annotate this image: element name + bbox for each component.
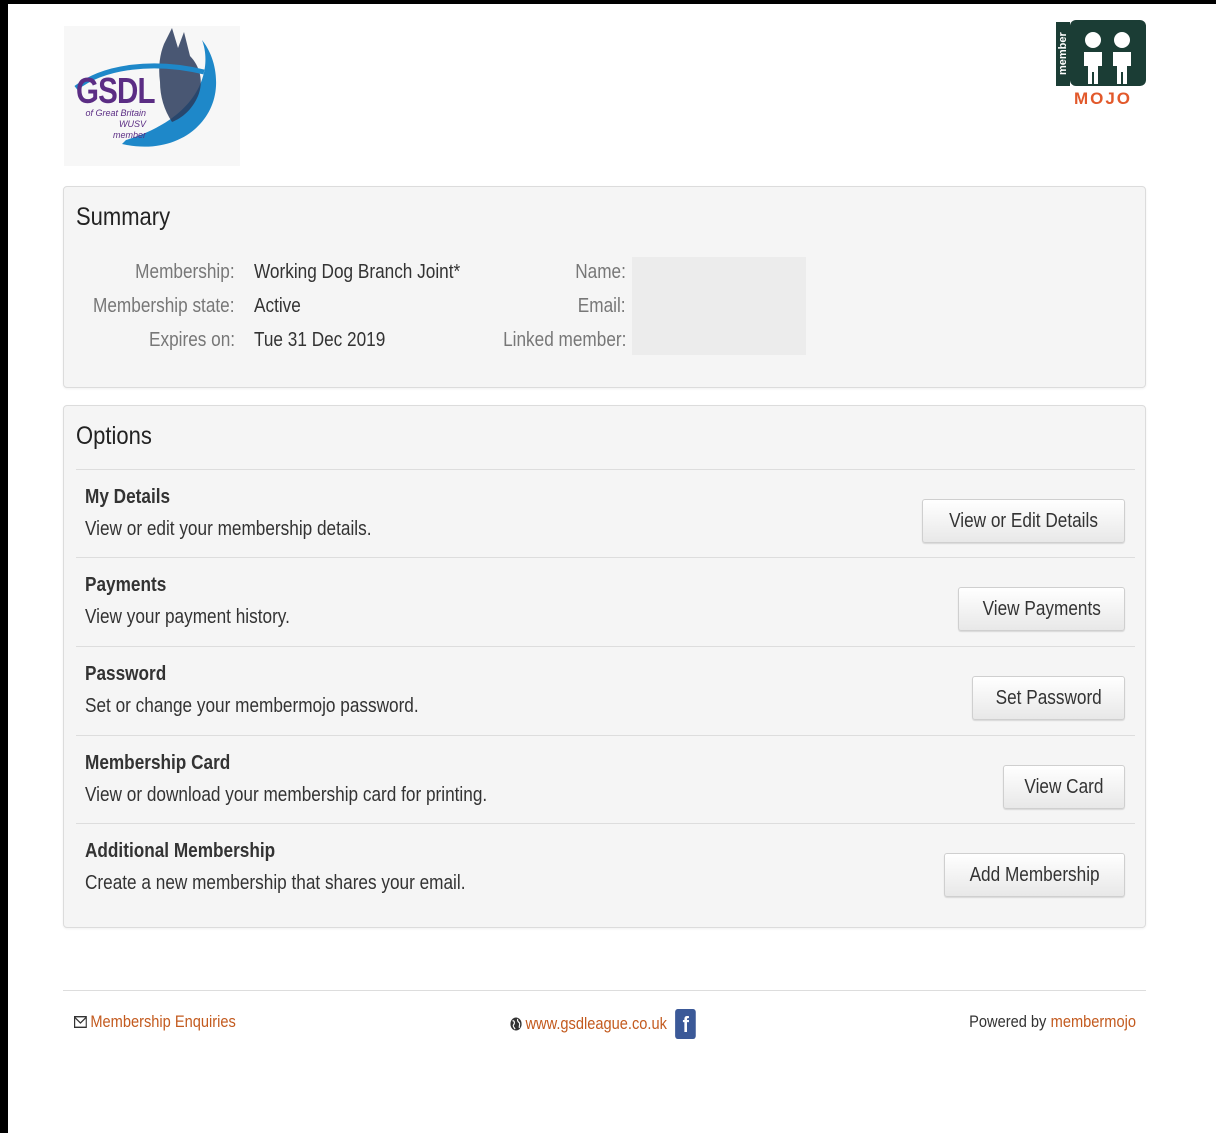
membership-value: Working Dog Branch Joint* — [254, 261, 461, 283]
page-header: GSDL of Great Britain WUSV member member… — [62, 20, 1148, 166]
option-title: Membership Card — [85, 752, 231, 774]
redacted-personal-details — [632, 257, 806, 355]
gsdl-logo[interactable]: GSDL of Great Britain WUSV member — [64, 26, 240, 166]
view-or-edit-details-button[interactable]: View or Edit Details — [921, 499, 1125, 543]
add-membership-button[interactable]: Add Membership — [943, 853, 1125, 897]
people-icon — [1070, 20, 1146, 86]
gsdl-wordmark: GSDL — [76, 70, 156, 111]
gsdl-subtext-line2: WUSV member — [112, 119, 146, 140]
expires-value: Tue 31 Dec 2019 — [254, 329, 386, 351]
option-title: Additional Membership — [85, 840, 276, 862]
membership-enquiries-label[interactable]: Membership Enquiries — [90, 1012, 235, 1032]
expires-label: Expires on: — [148, 329, 235, 351]
option-description: View or edit your membership details. — [85, 518, 372, 540]
option-description: View or download your membership card fo… — [85, 784, 488, 806]
option-title: My Details — [85, 486, 171, 508]
website-link[interactable]: www.gsdleague.co.uk — [525, 1014, 666, 1034]
envelope-icon — [74, 1016, 87, 1028]
option-description: Set or change your membermojo password. — [85, 695, 419, 717]
options-title: Options — [76, 422, 152, 450]
option-title: Payments — [85, 574, 167, 596]
option-row-my-details: My Details View or edit your membership … — [76, 469, 1135, 557]
linked-member-label: Linked member: — [502, 329, 626, 351]
option-description: View your payment history. — [85, 606, 290, 628]
option-row-password: Password Set or change your membermojo p… — [76, 646, 1135, 734]
globe-icon — [510, 1017, 522, 1031]
membership-state-value: Active — [254, 295, 301, 317]
membership-state-label: Membership state: — [93, 295, 235, 317]
gsdl-subtext: of Great Britain WUSV member — [84, 108, 146, 141]
member-vertical-text: member — [1056, 22, 1070, 86]
mojo-wordmark: MOJO — [1073, 89, 1133, 108]
membership-label: Membership: — [135, 261, 235, 283]
name-label: Name: — [575, 261, 626, 283]
option-row-membership-card: Membership Card View or download your me… — [76, 735, 1135, 823]
powered-by-label: Powered by — [969, 1012, 1047, 1031]
view-card-button[interactable]: View Card — [1003, 765, 1125, 809]
summary-title: Summary — [76, 203, 171, 231]
footer-divider — [63, 990, 1146, 991]
set-password-button[interactable]: Set Password — [971, 676, 1125, 720]
membership-enquiries-link[interactable]: Membership Enquiries — [74, 1012, 236, 1032]
membermojo-logo[interactable]: member MOJO — [1056, 16, 1148, 108]
options-panel: Options My Details View or edit your mem… — [63, 405, 1146, 928]
option-row-payments: Payments View your payment history. View… — [76, 557, 1135, 645]
summary-panel: Summary Membership: Working Dog Branch J… — [63, 186, 1146, 388]
option-title: Password — [85, 663, 167, 685]
membermojo-link[interactable]: membermojo — [1051, 1012, 1136, 1032]
option-row-additional-membership: Additional Membership Create a new membe… — [76, 823, 1135, 911]
facebook-icon[interactable]: f — [675, 1009, 697, 1039]
option-description: Create a new membership that shares your… — [85, 872, 466, 894]
email-label: Email: — [578, 295, 626, 317]
website-footer: www.gsdleague.co.uk f — [510, 1009, 697, 1039]
powered-by: Powered by membermojo — [969, 1012, 1136, 1032]
gsdl-subtext-line1: of Great Britain — [85, 108, 146, 118]
view-payments-button[interactable]: View Payments — [957, 587, 1125, 631]
